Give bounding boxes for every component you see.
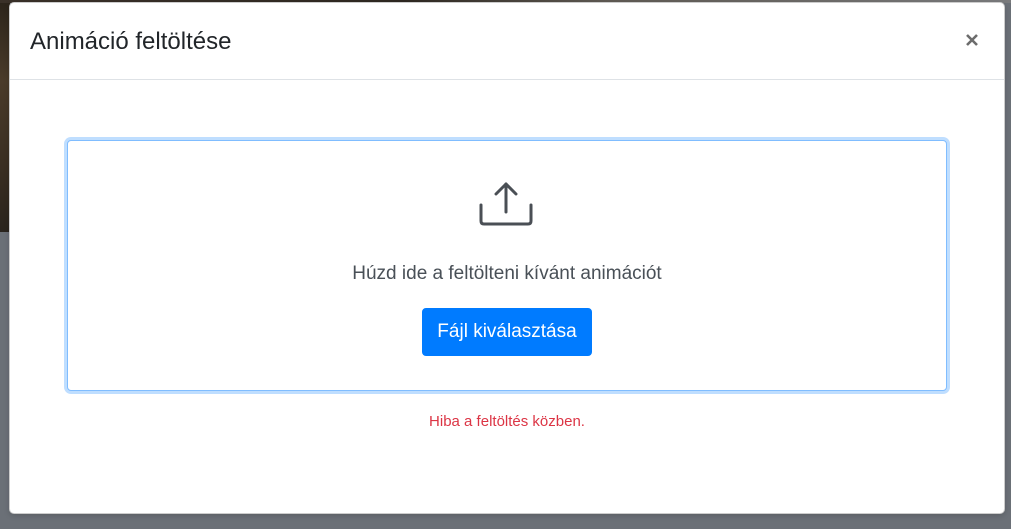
upload-error-message: Hiba a feltöltés közben. (429, 413, 585, 430)
dropzone-instructions: Húzd ide a feltölteni kívánt animációt (352, 263, 662, 284)
modal-title: Animáció feltöltése (30, 28, 232, 55)
close-icon (966, 34, 978, 46)
close-button[interactable] (960, 27, 984, 53)
choose-file-button[interactable]: Fájl kiválasztása (422, 308, 592, 356)
modal-header: Animáció feltöltése (10, 3, 1004, 80)
upload-icon (479, 182, 533, 226)
file-dropzone[interactable]: Húzd ide a feltölteni kívánt animációt F… (67, 140, 947, 391)
upload-modal: Animáció feltöltése Húzd ide a feltölten… (9, 2, 1005, 514)
